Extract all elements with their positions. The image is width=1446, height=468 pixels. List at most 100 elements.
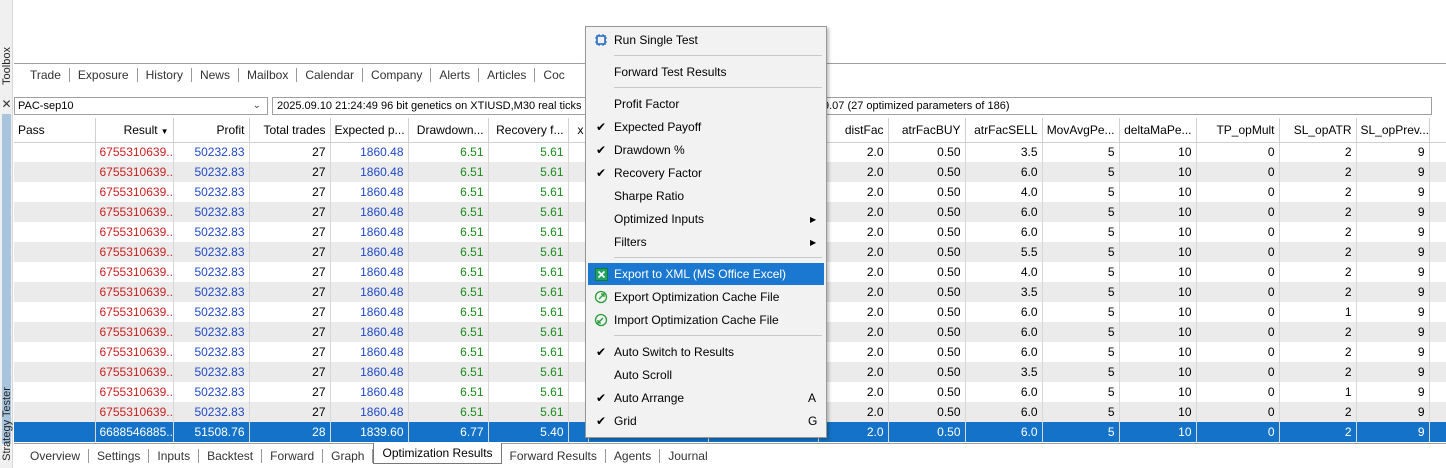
tab-agents[interactable]: Agents [606,449,661,463]
strategy-tester-label[interactable]: Strategy Tester [0,380,13,468]
tab-alerts[interactable]: Alerts [431,68,480,82]
table-cell: 0 [1196,362,1280,382]
table-cell: 10 [1119,222,1197,242]
table-cell [1429,362,1446,382]
tab-mailbox[interactable]: Mailbox [239,68,298,82]
menu-item-filters[interactable]: Filters ▶ [588,231,824,253]
table-cell [14,142,96,162]
column-header-label: Profit [216,122,245,137]
column-header[interactable]: atrFacSELL [965,118,1043,143]
table-cell: 5 [1042,282,1120,302]
tab-inputs[interactable]: Inputs [149,449,200,463]
menu-item-recovery-factor[interactable]: ✔ Recovery Factor [588,162,824,184]
table-cell: 2 [1279,142,1357,162]
column-header[interactable]: Recovery f... [488,118,569,143]
table-cell: 0.50 [888,382,966,402]
table-cell: 5 [1042,382,1120,402]
tab-news[interactable]: News [192,68,239,82]
column-header[interactable]: Profit [173,118,250,143]
table-cell: 2 [1279,262,1357,282]
table-cell: 6.51 [408,302,489,322]
checkmark-icon: ✔ [595,391,607,405]
menu-item-drawdown[interactable]: ✔ Drawdown % [588,139,824,161]
column-header[interactable]: Drawdown... [408,118,489,143]
tab-overview[interactable]: Overview [22,449,90,463]
menu-item-import-optimization-cache-file[interactable]: Import Optimization Cache File [588,309,824,331]
table-cell: 6.0 [965,322,1043,342]
table-cell: 50232.83 [173,142,250,162]
menu-item-profit-factor[interactable]: Profit Factor [588,93,824,115]
table-cell: 6755310639... [95,362,174,382]
tab-optimization-results[interactable]: Optimization Results [373,442,502,464]
menu-item-run-single-test[interactable]: Run Single Test [588,29,824,51]
table-cell: 5.61 [488,222,569,242]
table-cell: 1860.48 [330,402,409,422]
table-cell: 0 [1196,322,1280,342]
tab-calendar[interactable]: Calendar [297,68,364,82]
table-cell [14,202,96,222]
close-icon[interactable]: ✕ [0,96,13,112]
table-cell: 1860.48 [330,202,409,222]
column-header[interactable]: MovAvgPe... [1042,118,1120,143]
table-cell: 27 [249,402,331,422]
table-cell: 9 [1356,402,1430,422]
table-cell: 2 [1279,222,1357,242]
column-header[interactable]: SL_opPrev... [1356,118,1430,143]
table-cell: 5.61 [488,202,569,222]
tab-settings[interactable]: Settings [89,449,150,463]
toolbox-label[interactable]: Toolbox [0,44,13,88]
table-cell: 9 [1356,162,1430,182]
profile-select[interactable]: PAC-sep10 ⌄ [14,97,268,115]
menu-item-export-to-xml-ms-office-excel[interactable]: Export to XML (MS Office Excel) [588,263,824,285]
tab-trade[interactable]: Trade [22,68,70,82]
column-header-label: Drawdown... [416,122,484,137]
tab-forward[interactable]: Forward [262,449,324,463]
menu-item-optimized-inputs[interactable]: Optimized Inputs ▶ [588,208,824,230]
tab-exposure[interactable]: Exposure [70,68,138,82]
menu-item-forward-test-results[interactable]: Forward Test Results [588,61,824,83]
table-cell: 6.0 [965,162,1043,182]
column-header[interactable]: ( [1429,118,1446,143]
table-cell: 0 [1196,162,1280,182]
tab-coc[interactable]: Coc [535,68,572,82]
column-header[interactable]: SL_opATR [1279,118,1357,143]
tab-journal[interactable]: Journal [660,449,715,463]
column-header[interactable]: distFac [818,118,889,143]
table-cell: 27 [249,302,331,322]
tab-company[interactable]: Company [363,68,432,82]
column-header[interactable]: atrFacBUY [888,118,966,143]
table-cell: 0.50 [888,362,966,382]
table-cell: 6.0 [965,342,1043,362]
tab-backtest[interactable]: Backtest [199,449,263,463]
tab-articles[interactable]: Articles [479,68,536,82]
table-cell: 6.0 [965,302,1043,322]
table-cell: 50232.83 [173,162,250,182]
table-cell: 27 [249,222,331,242]
table-cell: 0.50 [888,262,966,282]
table-cell: 5.61 [488,282,569,302]
table-cell: 6.51 [408,162,489,182]
menu-item-sharpe-ratio[interactable]: Sharpe Ratio [588,185,824,207]
column-header[interactable]: TP_opMult [1196,118,1280,143]
column-header[interactable]: deltaMaPe... [1119,118,1197,143]
table-cell: 6.0 [965,202,1043,222]
column-header-label: MovAvgPe... [1046,122,1115,137]
tab-history[interactable]: History [138,68,192,82]
column-header[interactable]: Pass [14,118,96,143]
tab-graph[interactable]: Graph [323,449,374,463]
table-cell: 1860.48 [330,142,409,162]
column-header[interactable]: Result ▼ [95,118,174,143]
table-cell [1429,142,1446,162]
menu-item-export-optimization-cache-file[interactable]: Export Optimization Cache File [588,286,824,308]
menu-item-auto-switch-to-results[interactable]: ✔ Auto Switch to Results [588,341,824,363]
table-cell [1429,402,1446,422]
column-header[interactable]: Expected p... [330,118,409,143]
table-cell: 0 [1196,262,1280,282]
menu-item-expected-payoff[interactable]: ✔ Expected Payoff [588,116,824,138]
tab-forward-results[interactable]: Forward Results [502,449,606,463]
menu-item-grid[interactable]: ✔ Grid G [588,410,824,432]
menu-item-auto-arrange[interactable]: ✔ Auto Arrange A [588,387,824,409]
table-cell: 5.61 [488,262,569,282]
menu-item-auto-scroll[interactable]: Auto Scroll [588,364,824,386]
column-header[interactable]: Total trades [249,118,331,143]
